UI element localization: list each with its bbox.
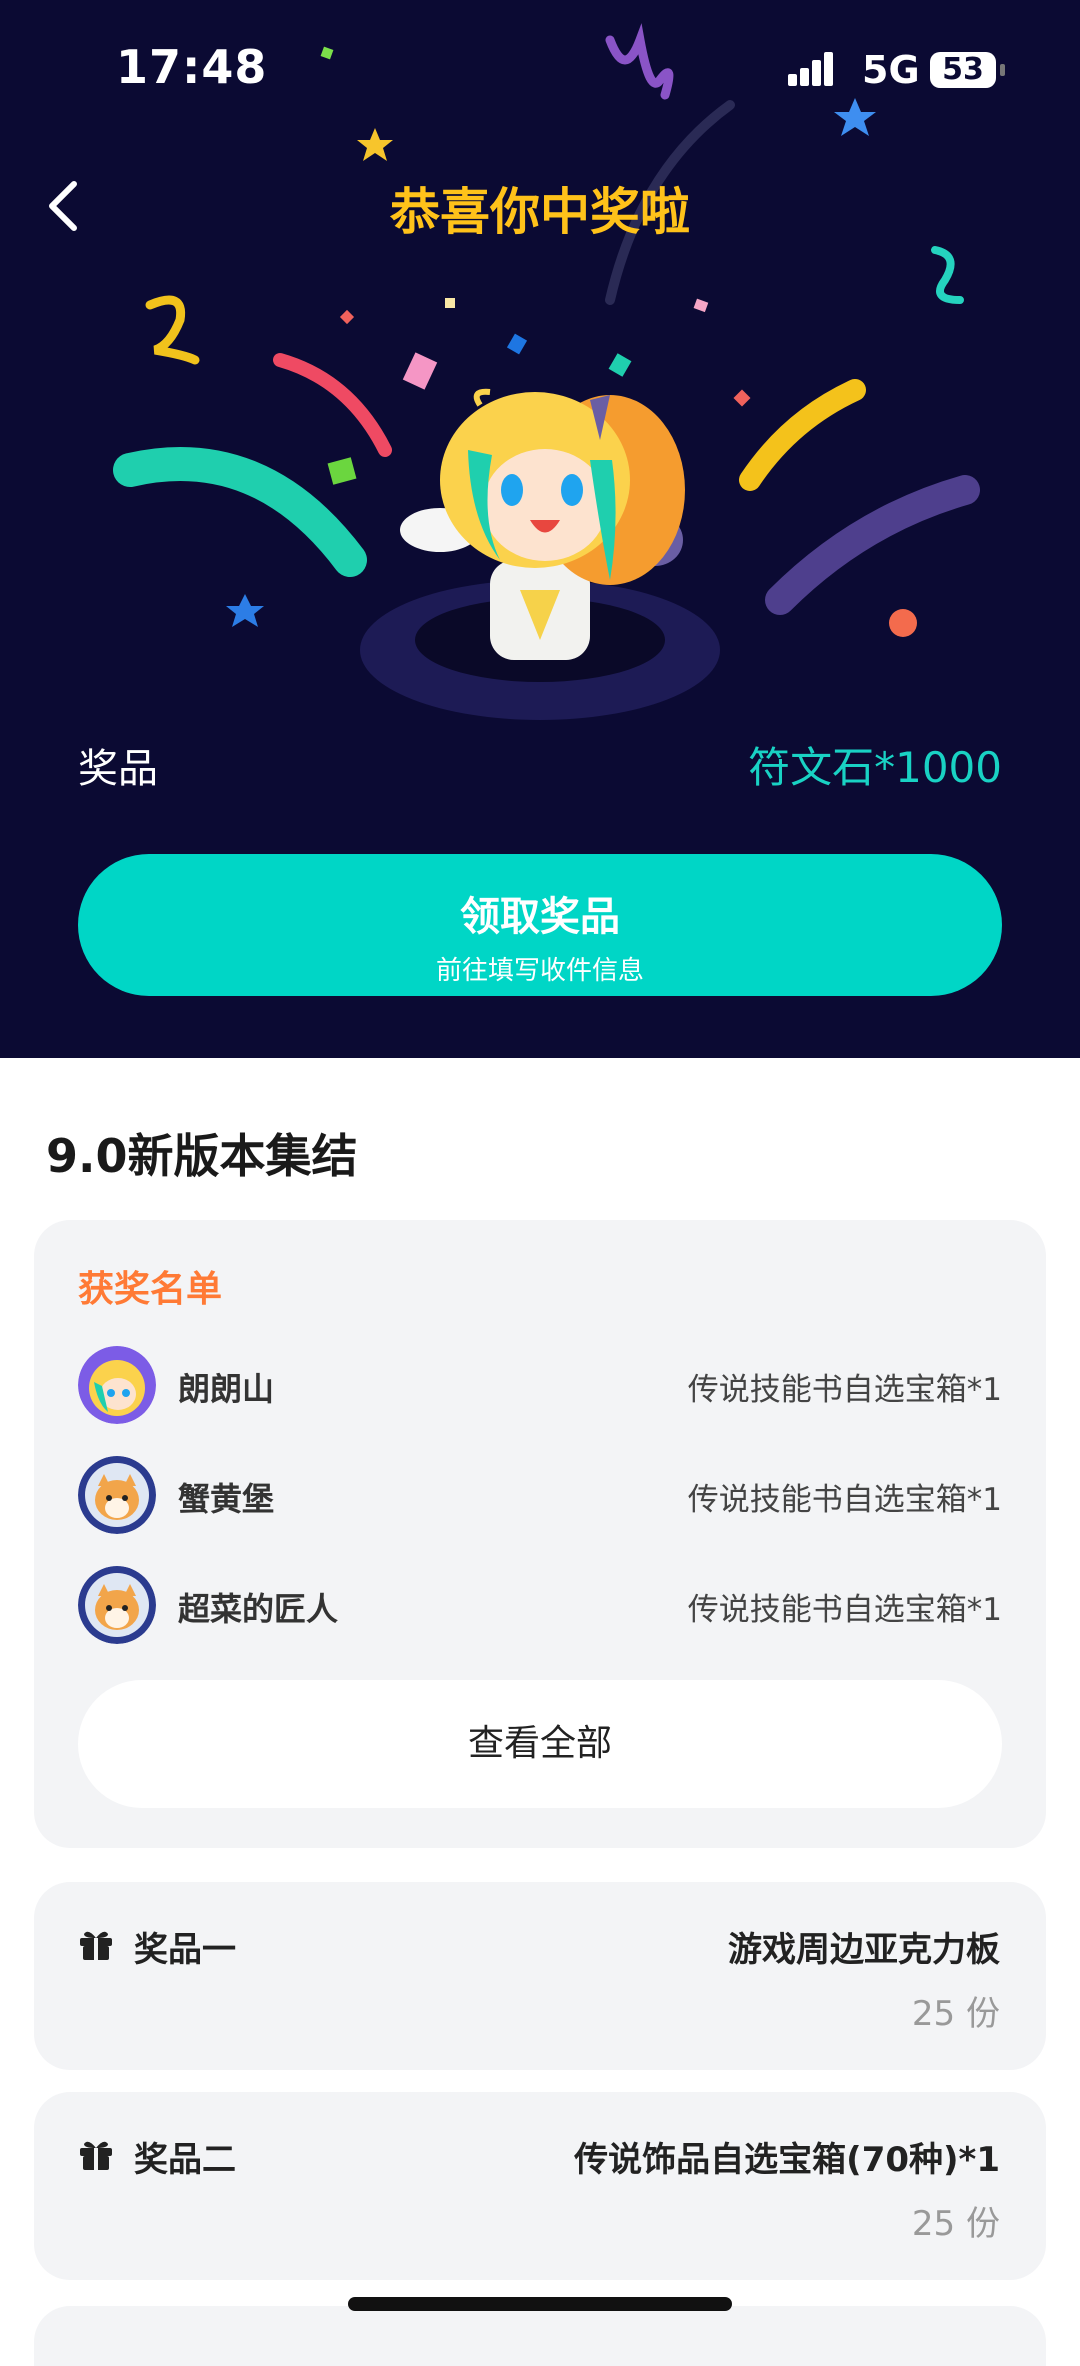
winner-name: 朗朗山 [178,1370,275,1408]
winner-row: 蟹黄堡 传说技能书自选宝箱*1 [78,1456,1002,1536]
prize-card-quantity: 25 份 [911,2204,1000,2244]
view-all-button[interactable]: 查看全部 [78,1680,1002,1808]
event-title: 9.0新版本集结 [46,1129,358,1183]
claim-button-sublabel: 前往填写收件信息 [435,956,644,986]
claim-prize-button[interactable]: 领取奖品 前往填写收件信息 [78,854,1002,996]
prize-card-name: 传说饰品自选宝箱(70种)*1 [574,2140,1000,2180]
gift-icon [80,1931,112,1960]
page-title: 恭喜你中奖啦 [390,183,690,241]
battery-icon: 53 [930,52,996,88]
winner-name: 超菜的匠人 [178,1590,339,1628]
winner-prize: 传说技能书自选宝箱*1 [687,1482,1002,1518]
winners-heading: 获奖名单 [78,1269,223,1310]
prize-value: 符文石*1000 [748,743,1002,792]
status-bar: 17:48 5G 53 [0,0,1080,140]
claim-button-label: 领取奖品 [460,894,620,940]
prize-card-label: 奖品一 [134,1930,236,1970]
avatar [78,1346,156,1424]
winner-row: 超菜的匠人 传说技能书自选宝箱*1 [78,1566,1002,1646]
prize-card-name: 游戏周边亚克力板 [728,1930,1000,1970]
prize-card-partial [34,2306,1046,2366]
winner-prize: 传说技能书自选宝箱*1 [687,1372,1002,1408]
gift-icon [80,2141,112,2170]
status-time: 17:48 [116,40,268,94]
battery-tip [1000,64,1005,76]
prize-card-quantity: 25 份 [911,1994,1000,2034]
winner-prize: 传说技能书自选宝箱*1 [687,1592,1002,1628]
signal-icon [788,52,833,86]
prize-card-label: 奖品二 [134,2140,236,2180]
avatar [78,1456,156,1534]
prize-label: 奖品 [78,746,158,792]
prize-card: 奖品一 游戏周边亚克力板 25 份 [34,1882,1046,2070]
winner-row: 朗朗山 传说技能书自选宝箱*1 [78,1346,1002,1426]
prize-card: 奖品二 传说饰品自选宝箱(70种)*1 25 份 [34,2092,1046,2280]
winners-card: 获奖名单 朗朗山 传说技能书自选宝箱*1 蟹黄堡 传说技能书自选宝箱*1 超菜的… [34,1220,1046,1848]
hero-section: 17:48 5G 53 恭喜你中奖啦 奖品 符文石*1000 领取奖品 前往填写… [0,0,1080,1058]
network-type: 5G [862,48,920,92]
home-indicator[interactable] [348,2297,732,2311]
avatar [78,1566,156,1644]
winner-name: 蟹黄堡 [178,1480,275,1518]
